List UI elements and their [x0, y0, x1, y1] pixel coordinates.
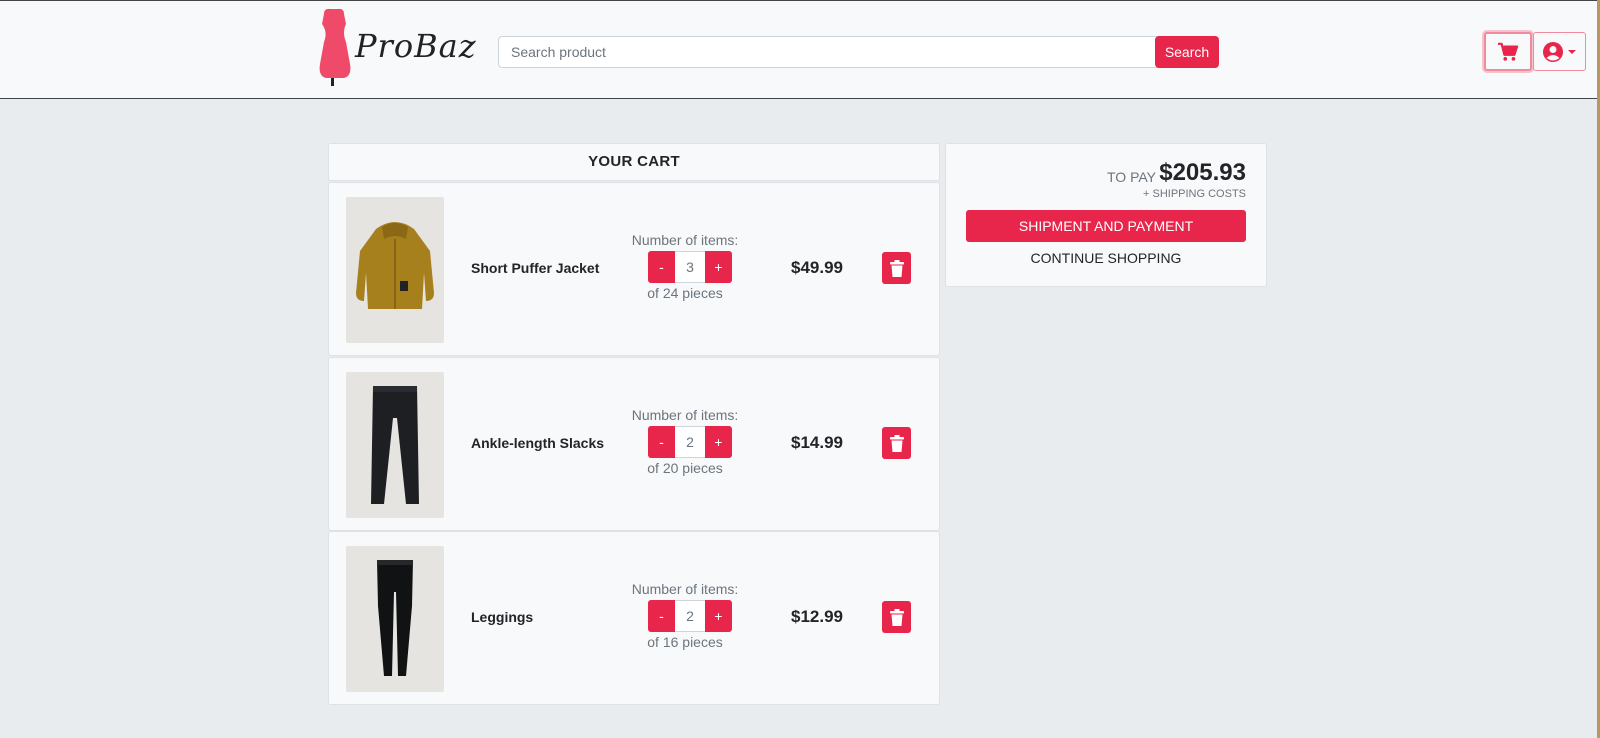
brand-name[interactable]: ProBaz: [355, 27, 477, 65]
item-name[interactable]: Short Puffer Jacket: [471, 260, 599, 276]
decrease-quantity-button[interactable]: -: [648, 426, 675, 458]
slacks-image[interactable]: [346, 372, 444, 518]
increase-quantity-button[interactable]: +: [705, 251, 732, 283]
delete-item-button[interactable]: [882, 427, 911, 459]
user-menu-button[interactable]: [1533, 32, 1586, 71]
shipping-costs-note: + SHIPPING COSTS: [1143, 188, 1246, 200]
qty-label: Number of items:: [631, 407, 739, 423]
quantity-stepper: - +: [648, 600, 733, 632]
order-summary: TO PAY $205.93 + SHIPPING COSTS SHIPMENT…: [945, 143, 1267, 287]
qty-label: Number of items:: [631, 232, 739, 248]
search-button[interactable]: Search: [1155, 36, 1219, 68]
cart-title: YOUR CART: [328, 143, 940, 181]
quantity-input[interactable]: [675, 251, 705, 283]
decrease-quantity-button[interactable]: -: [648, 600, 675, 632]
cart-item: Ankle-length Slacks Number of items: - +…: [328, 357, 940, 531]
trash-icon: [889, 608, 904, 626]
stock-text: of 20 pieces: [647, 460, 723, 476]
increase-quantity-button[interactable]: +: [705, 600, 732, 632]
cart-button[interactable]: [1484, 32, 1532, 71]
search-input[interactable]: [498, 36, 1158, 68]
top-navbar: ProBaz Search: [0, 0, 1597, 99]
delete-item-button[interactable]: [882, 252, 911, 284]
quantity-input[interactable]: [675, 426, 705, 458]
stock-text: of 16 pieces: [647, 634, 723, 650]
cart-item: Leggings Number of items: - + of 16 piec…: [328, 531, 940, 705]
user-circle-icon: [1543, 41, 1563, 62]
quantity-stepper: - +: [648, 426, 733, 458]
decrease-quantity-button[interactable]: -: [648, 251, 675, 283]
to-pay-label: TO PAY: [1106, 169, 1156, 185]
chevron-down-icon: [1568, 49, 1576, 54]
item-name[interactable]: Leggings: [471, 609, 533, 625]
item-name[interactable]: Ankle-length Slacks: [471, 435, 604, 451]
trash-icon: [889, 434, 904, 452]
item-price: $12.99: [791, 607, 843, 626]
quantity-stepper: - +: [648, 251, 733, 283]
quantity-input[interactable]: [675, 600, 705, 632]
increase-quantity-button[interactable]: +: [705, 426, 732, 458]
leggings-image[interactable]: [346, 546, 444, 692]
shipment-and-payment-button[interactable]: SHIPMENT AND PAYMENT: [966, 210, 1246, 242]
stock-text: of 24 pieces: [647, 285, 723, 301]
qty-label: Number of items:: [631, 581, 739, 597]
cart-item: Short Puffer Jacket Number of items: - +…: [328, 182, 940, 356]
to-pay-total: $205.93: [1159, 159, 1246, 186]
continue-shopping-link[interactable]: CONTINUE SHOPPING: [966, 250, 1246, 266]
jacket-image[interactable]: [346, 197, 444, 343]
cart-icon: [1498, 42, 1519, 61]
delete-item-button[interactable]: [882, 601, 911, 633]
trash-icon: [889, 259, 904, 277]
item-price: $49.99: [791, 258, 843, 277]
item-price: $14.99: [791, 433, 843, 452]
